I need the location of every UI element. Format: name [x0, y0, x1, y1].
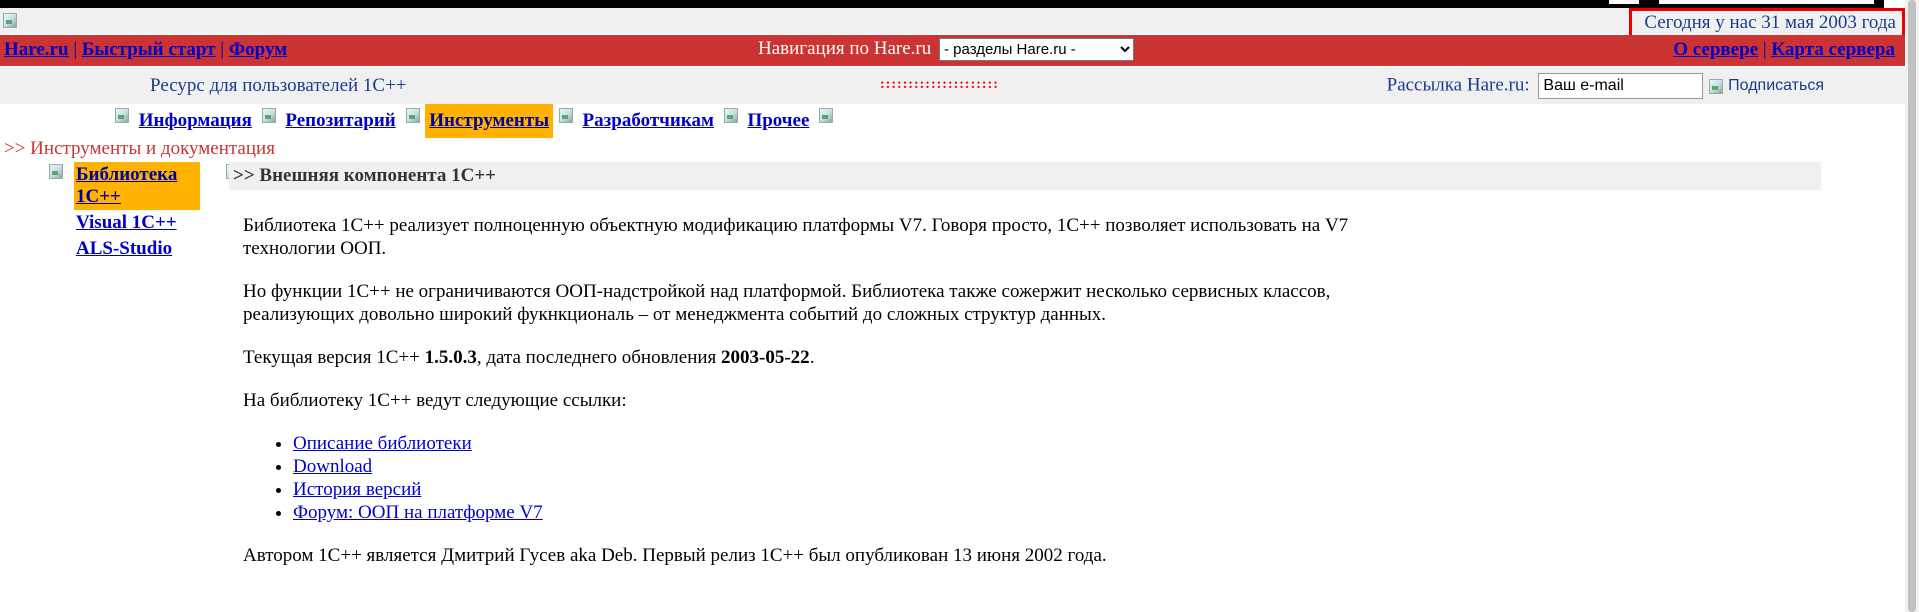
breadcrumb: >> Инструменты и документация — [4, 138, 275, 159]
sidebar-item-als[interactable]: ALS-Studio — [74, 236, 200, 262]
nav-link-sitemap[interactable]: Карта сервера — [1771, 39, 1895, 60]
paragraph-intro: Библиотека 1С++ реализует полноценную об… — [243, 215, 1349, 259]
broken-image-icon — [1708, 77, 1724, 95]
info-row: Ресурс для пользователей 1С++ ::::::::::… — [0, 67, 1905, 104]
menu-separator-icon — [818, 106, 834, 124]
links-list: Описание библиотеки Download История вер… — [243, 432, 1373, 524]
section-select[interactable]: - разделы Hare.ru - — [939, 38, 1135, 61]
nav-center: Навигация по Hare.ru - разделы Hare.ru - — [758, 38, 1135, 61]
version-prefix: Текущая версия 1С++ — [243, 347, 425, 368]
menu-separator-icon — [723, 106, 739, 124]
menu-link-developers[interactable]: Разработчикам — [583, 110, 714, 131]
link-download[interactable]: Download — [293, 456, 372, 477]
nav-link-hare[interactable]: Hare.ru — [4, 39, 69, 60]
sidebar-item-library[interactable]: Библиотека 1С++ — [74, 162, 200, 210]
resource-title: Ресурс для пользователей 1С++ — [150, 75, 407, 96]
menu-item-repository[interactable]: Репозитарий — [281, 104, 399, 138]
menu-separator-icon — [405, 106, 421, 124]
newsletter-label: Рассылка Hare.ru: — [1386, 74, 1530, 96]
menu-item-developers[interactable]: Разработчикам — [579, 104, 718, 138]
link-description[interactable]: Описание библиотеки — [293, 433, 472, 454]
list-item: Download — [293, 455, 1373, 478]
sidebar: Библиотека 1С++ Visual 1C++ ALS-Studio — [74, 162, 200, 262]
paragraph-features: Но функции 1С++ не ограничиваются ООП-на… — [243, 281, 1331, 325]
sidebar-link-visual[interactable]: Visual 1C++ — [76, 212, 177, 233]
main-menu: Информация Репозитарий Инструменты Разра… — [114, 104, 834, 138]
broken-image-icon — [2, 11, 18, 29]
nav-link-about[interactable]: О сервере — [1673, 39, 1758, 60]
menu-item-info[interactable]: Информация — [135, 104, 256, 138]
scrollbar-thumb[interactable] — [1908, 0, 1916, 612]
email-input[interactable] — [1538, 73, 1704, 99]
menu-link-info[interactable]: Информация — [139, 110, 252, 131]
nav-links-left: Hare.ru | Быстрый старт | Форум — [4, 39, 288, 60]
paragraph-links-intro: На библиотеку 1С++ ведут следующие ссылк… — [243, 390, 627, 411]
list-item: Форум: ООП на платформе V7 — [293, 501, 1373, 524]
update-date: 2003-05-22 — [721, 347, 810, 368]
nav-label: Навигация по Hare.ru — [758, 38, 932, 59]
version-middle: , дата последнего обновления — [476, 347, 722, 368]
menu-link-repository[interactable]: Репозитарий — [285, 110, 395, 131]
link-forum-oop[interactable]: Форум: ООП на платформе V7 — [293, 502, 543, 523]
article-body: Библиотека 1С++ реализует полноценную об… — [243, 214, 1373, 587]
menu-item-tools[interactable]: Инструменты — [425, 104, 554, 138]
vertical-scrollbar[interactable] — [1905, 0, 1919, 612]
sidebar-item-visual[interactable]: Visual 1C++ — [74, 210, 200, 236]
paragraph-author: Автором 1С++ является Дмитрий Гусев aka … — [243, 545, 1107, 566]
list-item: Описание библиотеки — [293, 432, 1373, 455]
nav-link-forum[interactable]: Форум — [229, 39, 287, 60]
menu-separator-icon — [114, 106, 130, 124]
nav-link-quick-start[interactable]: Быстрый старт — [82, 39, 216, 60]
newsletter-form: Рассылка Hare.ru: Подписаться — [1387, 73, 1824, 99]
menu-item-other[interactable]: Прочее — [743, 104, 813, 138]
menu-link-tools[interactable]: Инструменты — [429, 110, 549, 131]
link-version-history[interactable]: История версий — [293, 479, 421, 500]
dots-decoration: ::::::::::::::::::::: — [880, 77, 999, 92]
sidebar-image-icon — [48, 162, 64, 180]
content-title: >> Внешняя компонента 1С++ — [229, 162, 1821, 190]
top-navigation-bar: Hare.ru | Быстрый старт | Форум Навигаци… — [0, 35, 1905, 66]
nav-links-right: О сервере | Карта сервера — [1673, 39, 1895, 60]
version-suffix: . — [809, 347, 815, 368]
subscribe-button[interactable]: Подписаться — [1728, 77, 1824, 94]
menu-link-other[interactable]: Прочее — [747, 110, 809, 131]
date-row — [0, 8, 1905, 34]
sidebar-link-als[interactable]: ALS-Studio — [76, 238, 172, 259]
top-black-bar — [0, 0, 1884, 8]
version-number: 1.5.0.3 — [424, 347, 477, 368]
paragraph-version: Текущая версия 1С++ 1.5.0.3, дата послед… — [243, 346, 1373, 369]
menu-separator-icon — [261, 106, 277, 124]
sidebar-link-library[interactable]: Библиотека 1С++ — [76, 164, 177, 207]
list-item: История версий — [293, 478, 1373, 501]
menu-separator-icon — [558, 106, 574, 124]
